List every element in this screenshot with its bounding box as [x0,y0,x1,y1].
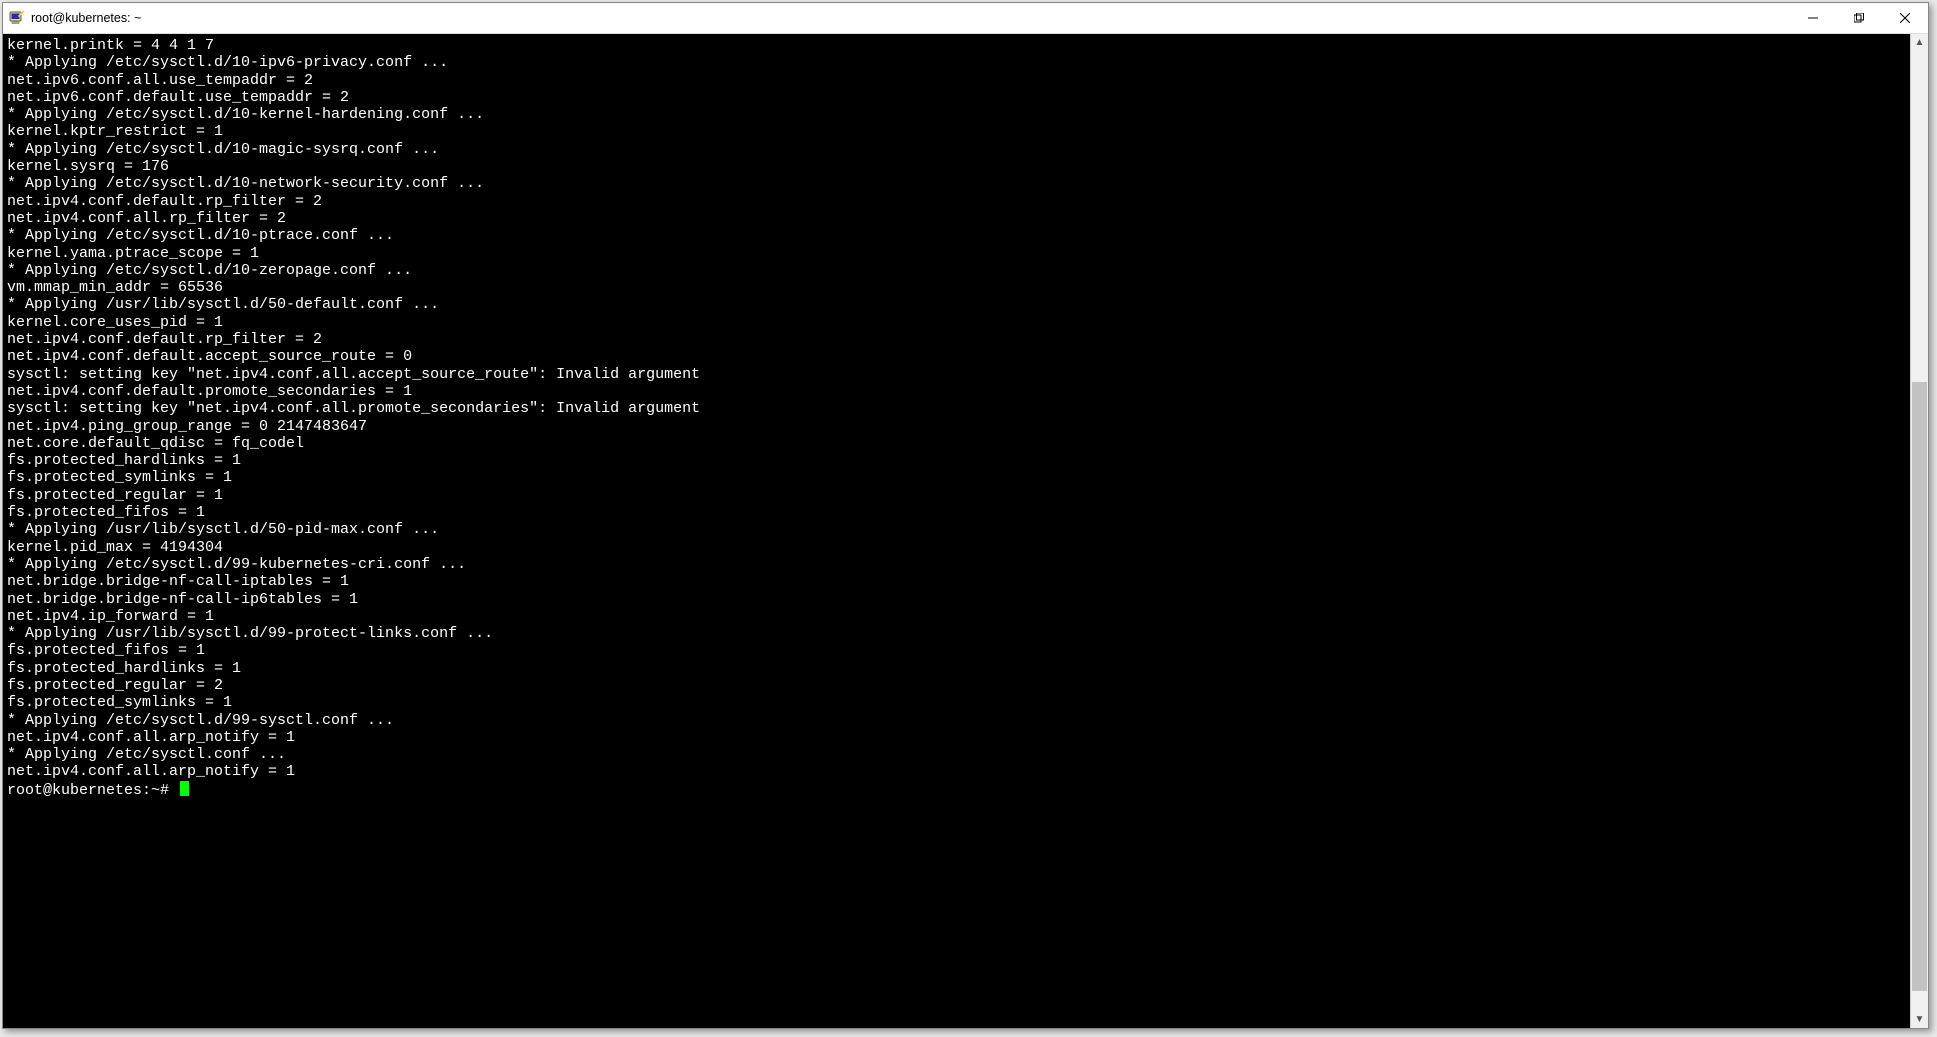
terminal-line: kernel.pid_max = 4194304 [7,539,1907,556]
terminal-line: fs.protected_symlinks = 1 [7,694,1907,711]
terminal-line: net.bridge.bridge-nf-call-ip6tables = 1 [7,591,1907,608]
terminal-line: net.ipv4.conf.all.arp_notify = 1 [7,729,1907,746]
close-button[interactable] [1882,3,1928,33]
terminal-client-area: kernel.printk = 4 4 1 7* Applying /etc/s… [3,34,1928,1028]
terminal-line: * Applying /etc/sysctl.d/10-magic-sysrq.… [7,141,1907,158]
putty-icon [9,10,25,26]
terminal-line: net.ipv6.conf.all.use_tempaddr = 2 [7,72,1907,89]
terminal-window: root@kubernetes: ~ kernel.printk = 4 4 1… [2,2,1929,1029]
terminal-line: * Applying /etc/sysctl.d/10-ptrace.conf … [7,227,1907,244]
terminal-line: net.ipv4.conf.default.rp_filter = 2 [7,331,1907,348]
maximize-button[interactable] [1836,3,1882,33]
terminal-line: fs.protected_fifos = 1 [7,504,1907,521]
terminal-line: fs.protected_regular = 1 [7,487,1907,504]
terminal-line: * Applying /etc/sysctl.d/10-kernel-harde… [7,106,1907,123]
vertical-scrollbar[interactable]: ▲ ▼ [1910,34,1928,1028]
terminal-line: sysctl: setting key "net.ipv4.conf.all.a… [7,366,1907,383]
terminal-line: * Applying /etc/sysctl.d/99-kubernetes-c… [7,556,1907,573]
terminal-line: net.ipv6.conf.default.use_tempaddr = 2 [7,89,1907,106]
terminal-line: kernel.kptr_restrict = 1 [7,123,1907,140]
terminal-line: * Applying /etc/sysctl.d/10-network-secu… [7,175,1907,192]
terminal-line: * Applying /etc/sysctl.d/99-sysctl.conf … [7,712,1907,729]
terminal-output[interactable]: kernel.printk = 4 4 1 7* Applying /etc/s… [3,34,1910,1028]
minimize-button[interactable] [1790,3,1836,33]
terminal-prompt: root@kubernetes:~# [7,782,178,799]
terminal-line: * Applying /usr/lib/sysctl.d/50-pid-max.… [7,521,1907,538]
terminal-line: net.ipv4.conf.default.rp_filter = 2 [7,193,1907,210]
terminal-line: * Applying /etc/sysctl.conf ... [7,746,1907,763]
terminal-line: fs.protected_hardlinks = 1 [7,452,1907,469]
terminal-line: kernel.core_uses_pid = 1 [7,314,1907,331]
terminal-line: net.ipv4.conf.all.rp_filter = 2 [7,210,1907,227]
scroll-down-arrow-icon[interactable]: ▼ [1911,1011,1928,1028]
terminal-line: net.ipv4.ip_forward = 1 [7,608,1907,625]
terminal-line: fs.protected_symlinks = 1 [7,469,1907,486]
terminal-line: kernel.sysrq = 176 [7,158,1907,175]
terminal-cursor [180,781,189,796]
terminal-line: * Applying /etc/sysctl.d/10-ipv6-privacy… [7,54,1907,71]
window-titlebar: root@kubernetes: ~ [3,3,1928,34]
window-title: root@kubernetes: ~ [31,11,1790,25]
terminal-line: vm.mmap_min_addr = 65536 [7,279,1907,296]
terminal-line: net.ipv4.conf.default.promote_secondarie… [7,383,1907,400]
terminal-line: net.ipv4.ping_group_range = 0 2147483647 [7,418,1907,435]
scroll-up-arrow-icon[interactable]: ▲ [1911,34,1928,51]
terminal-line: fs.protected_regular = 2 [7,677,1907,694]
terminal-line: kernel.printk = 4 4 1 7 [7,37,1907,54]
terminal-line: net.core.default_qdisc = fq_codel [7,435,1907,452]
terminal-line: * Applying /usr/lib/sysctl.d/50-default.… [7,296,1907,313]
terminal-line: sysctl: setting key "net.ipv4.conf.all.p… [7,400,1907,417]
terminal-line: * Applying /usr/lib/sysctl.d/99-protect-… [7,625,1907,642]
terminal-prompt-line[interactable]: root@kubernetes:~# [7,781,1907,799]
terminal-line: * Applying /etc/sysctl.d/10-zeropage.con… [7,262,1907,279]
terminal-line: kernel.yama.ptrace_scope = 1 [7,245,1907,262]
terminal-line: net.ipv4.conf.default.accept_source_rout… [7,348,1907,365]
terminal-line: fs.protected_hardlinks = 1 [7,660,1907,677]
scroll-thumb[interactable] [1912,382,1927,991]
window-controls [1790,3,1928,33]
terminal-line: fs.protected_fifos = 1 [7,642,1907,659]
terminal-line: net.ipv4.conf.all.arp_notify = 1 [7,763,1907,780]
terminal-line: net.bridge.bridge-nf-call-iptables = 1 [7,573,1907,590]
